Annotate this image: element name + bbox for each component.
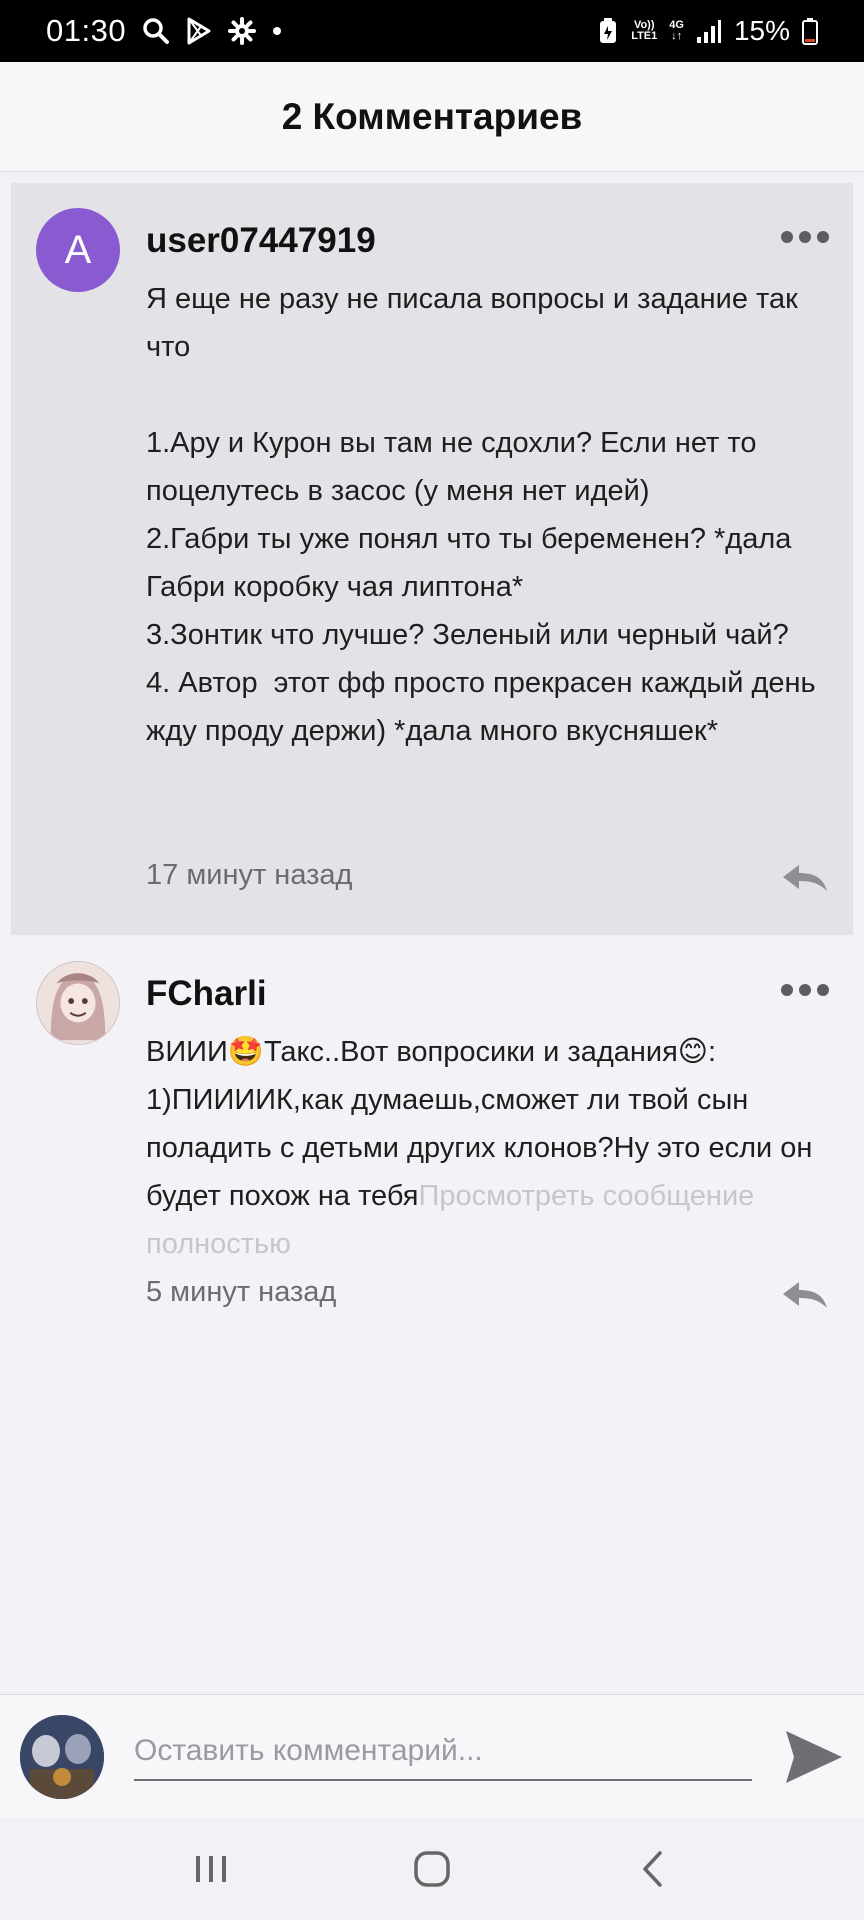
system-nav-bar [0,1818,864,1920]
status-left: 01:30 [46,13,282,49]
settings-gear-icon [228,17,257,45]
volte-indicator: Vo)) LTE1 [631,20,657,42]
comments-header: 2 Комментариев [0,62,864,172]
comment-text: Я еще не разу не писала вопросы и задани… [146,283,816,747]
battery-saver-icon [597,17,619,45]
more-options-icon[interactable] [781,231,829,243]
comment-input-bar [0,1694,864,1818]
more-options-icon[interactable] [781,984,829,996]
recent-apps-button[interactable] [176,1839,246,1899]
comment-item: FCharli ВИИИ🤩Такс..Вот вопросики и задан… [11,936,853,1351]
comment-timestamp: 5 минут назад [146,1276,337,1308]
battery-icon [802,17,818,45]
status-time: 01:30 [46,13,127,48]
reply-icon[interactable] [781,1280,829,1310]
current-user-avatar [20,1715,104,1799]
status-right: Vo)) LTE1 4G ↓↑ 15% [597,15,818,47]
avatar[interactable] [36,961,120,1045]
signal-icon [696,19,722,43]
battery-percent: 15% [733,15,790,46]
status-bar: 01:30 Vo)) LTE1 4G ↓↑ 15% [0,0,864,62]
send-button[interactable] [784,1729,844,1785]
play-store-icon [186,17,212,45]
notification-dot-icon [272,26,282,36]
comment-timestamp: 17 минут назад [146,859,353,891]
comment-input[interactable] [134,1723,752,1781]
comment-item: A user07447919 Я еще не разу не писала в… [11,183,853,935]
avatar-letter: A [64,227,92,272]
comment-text: ВИИИ🤩Такс..Вот вопросики и задания😊: 1)П… [146,1028,836,1268]
page-title: 2 Комментариев [281,95,583,137]
search-icon [142,17,170,45]
comment-username[interactable]: FCharli [146,974,267,1014]
reply-icon[interactable] [781,863,829,893]
network-label: 4G [669,19,684,31]
avatar[interactable]: A [36,208,120,292]
lte-label: LTE1 [631,30,658,42]
network-type-indicator: 4G ↓↑ [669,19,684,42]
back-button[interactable] [618,1839,688,1899]
home-button[interactable] [397,1839,467,1899]
comment-username[interactable]: user07447919 [146,221,376,261]
